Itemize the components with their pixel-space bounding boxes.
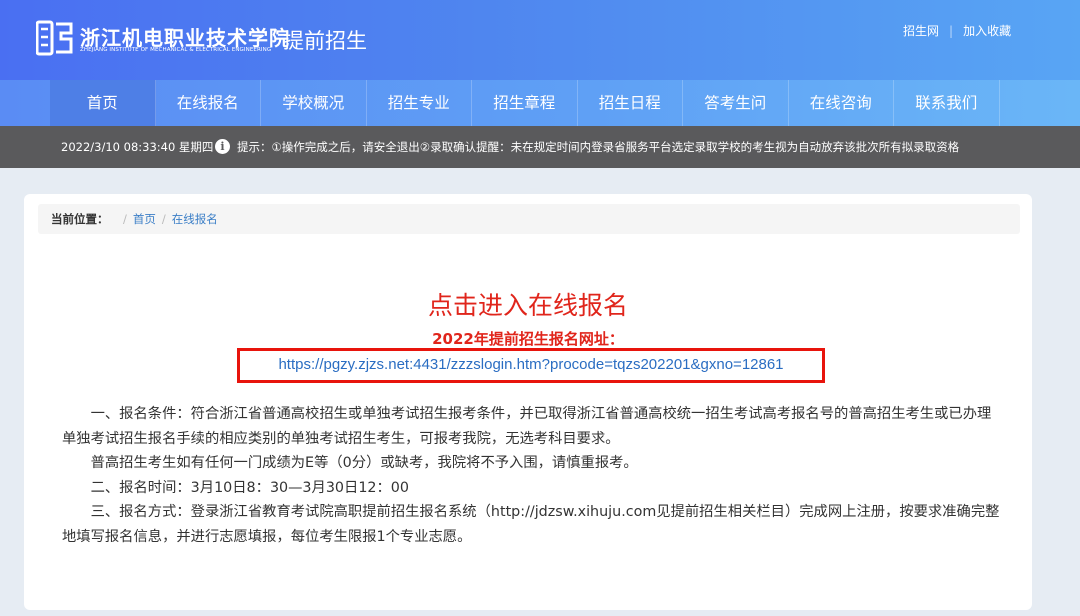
nav-item-consultation[interactable]: 在线咨询 xyxy=(789,80,894,126)
nav-item-admission-rules[interactable]: 招生章程 xyxy=(472,80,578,126)
nav-item-online-registration[interactable]: 在线报名 xyxy=(156,80,261,126)
site-header: 浙江机电职业技术学院 ZHEJIANG INSTITUTE OF MECHANI… xyxy=(0,0,1080,80)
breadcrumb: 当前位置： / 首页 / 在线报名 xyxy=(38,204,1020,234)
paragraph-registration-time: 二、报名时间：3月10日8：30—3月30日12：00 xyxy=(90,479,409,496)
breadcrumb-label: 当前位置： xyxy=(51,212,109,226)
breadcrumb-separator: / xyxy=(161,212,166,226)
nav-item-majors[interactable]: 招生专业 xyxy=(367,80,472,126)
nav-item-home[interactable]: 首页 xyxy=(50,80,156,126)
breadcrumb-home[interactable]: 首页 xyxy=(133,204,156,234)
breadcrumb-current[interactable]: 在线报名 xyxy=(172,204,218,234)
current-datetime: 2022/3/10 08:33:40 星期四 xyxy=(61,140,214,154)
content-card: 当前位置： / 首页 / 在线报名 点击进入在线报名 2022年提前招生报名网址： h… xyxy=(24,194,1032,610)
notice-bar: 2022/3/10 08:33:40 星期四 i 提示：①操作完成之后，请安全退… xyxy=(0,126,1080,168)
enter-registration-link[interactable]: 点击进入在线报名 xyxy=(24,286,1032,322)
nav-item-faq[interactable]: 答考生问 xyxy=(683,80,789,126)
paragraph-registration-method: 三、报名方式：登录浙江省教育考试院高职提前招生报名系统（http://jdzsw… xyxy=(62,504,1000,545)
top-link-divider: | xyxy=(949,24,954,38)
breadcrumb-separator: / xyxy=(123,212,127,226)
nav-item-schedule[interactable]: 招生日程 xyxy=(578,80,683,126)
school-name-en: ZHEJIANG INSTITUTE OF MECHANICAL & ELECT… xyxy=(80,47,272,53)
nav-item-contact[interactable]: 联系我们 xyxy=(894,80,1000,126)
paragraph-eligibility: 一、报名条件：符合浙江省普通高校招生或单独考试招生报考条件，并已取得浙江省普通高… xyxy=(62,406,992,447)
nav-item-school-overview[interactable]: 学校概况 xyxy=(261,80,367,126)
registration-info: 一、报名条件：符合浙江省普通高校招生或单独考试招生报考条件，并已取得浙江省普通高… xyxy=(62,402,1002,549)
notice-tip: 提示：①操作完成之后，请安全退出②录取确认提醒：未在规定时间内登录省服务平台选定… xyxy=(237,140,960,154)
main-nav: 首页 在线报名 学校概况 招生专业 招生章程 招生日程 答考生问 在线咨询 联系… xyxy=(0,80,1080,126)
paragraph-grade-notice: 普高招生考生如有任何一门成绩为E等（0分）或缺考，我院将不予入围，请慎重报考。 xyxy=(90,455,638,471)
registration-url-link[interactable]: https://pgzy.zjzs.net:4431/zzzslogin.htm… xyxy=(240,356,822,373)
top-links: 招生网 | 加入收藏 xyxy=(903,22,1011,39)
school-logo-icon[interactable] xyxy=(35,19,74,57)
top-link-admissions[interactable]: 招生网 xyxy=(903,22,939,39)
site-title: 提前招生 xyxy=(283,29,367,53)
top-link-bookmark[interactable]: 加入收藏 xyxy=(963,22,1011,39)
info-icon: i xyxy=(215,139,230,154)
registration-url-label: 2022年提前招生报名网址： xyxy=(432,330,624,348)
registration-url-highlight-box: https://pgzy.zjzs.net:4431/zzzslogin.htm… xyxy=(237,348,825,383)
